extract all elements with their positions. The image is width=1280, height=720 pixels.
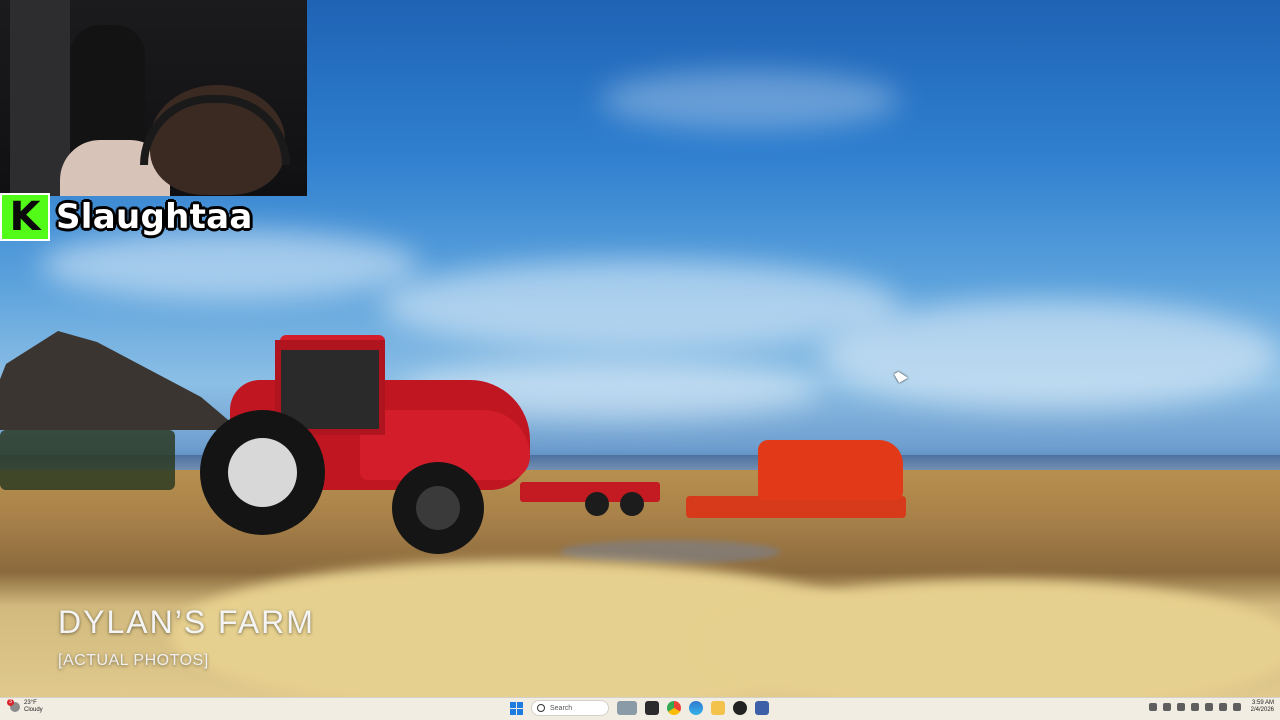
bluetooth-icon[interactable]: [1190, 703, 1199, 711]
edge-icon[interactable]: [689, 701, 703, 715]
webcam-feed: [0, 0, 307, 196]
weather-temp: 23°F: [24, 700, 37, 706]
farm-implement: [0, 430, 175, 490]
notification-badge: 3: [7, 699, 14, 706]
kick-logo-icon: K: [0, 193, 50, 241]
tractor-rear-wheel: [200, 410, 325, 535]
chrome-icon[interactable]: [667, 701, 681, 715]
weather-condition: Cloudy: [24, 707, 43, 713]
weather-widget[interactable]: 3 23°F Cloudy: [7, 699, 43, 714]
clock[interactable]: 3:59 AM 2/4/2026: [1251, 700, 1274, 714]
search-icon: [537, 704, 545, 712]
overlay-title: DYLAN’S FARM: [58, 604, 315, 640]
clock-time: 3:59 AM: [1251, 700, 1274, 706]
battery-icon[interactable]: [1232, 703, 1241, 711]
overlay-subtitle: [ACTUAL PHOTOS]: [58, 652, 209, 669]
cloud: [380, 260, 900, 350]
clock-date: 2/4/2026: [1250, 707, 1274, 713]
tractor-front-wheel: [392, 462, 484, 554]
taskbar-center: Search: [510, 700, 769, 716]
streamer-tag: K Slaughtaa: [0, 192, 253, 242]
task-view-icon[interactable]: [617, 701, 637, 715]
streamer-name: Slaughtaa: [56, 197, 253, 237]
search-box[interactable]: Search: [531, 700, 609, 716]
cloud: [600, 70, 900, 130]
app-icon-3[interactable]: [755, 701, 769, 715]
trailer-wheel: [620, 492, 644, 516]
app-icon-2[interactable]: [733, 701, 747, 715]
file-explorer-icon[interactable]: [711, 701, 725, 715]
system-tray: 3:59 AM 2/4/2026: [1148, 700, 1274, 714]
app-icon[interactable]: [645, 701, 659, 715]
wifi-icon[interactable]: [1204, 703, 1213, 711]
volume-icon[interactable]: [1218, 703, 1227, 711]
microphone-icon[interactable]: [1176, 703, 1185, 711]
chevron-up-icon[interactable]: [1148, 703, 1157, 711]
search-placeholder: Search: [550, 704, 573, 712]
baler: [758, 440, 903, 500]
cloud-icon: 3: [7, 699, 20, 712]
start-icon[interactable]: [510, 701, 523, 715]
cloud: [820, 300, 1280, 410]
tray-app-icon[interactable]: [1162, 703, 1171, 711]
taskbar: 3 23°F Cloudy Search 3:59 AM 2/4/2026: [0, 697, 1280, 720]
trailer-wheel: [585, 492, 609, 516]
